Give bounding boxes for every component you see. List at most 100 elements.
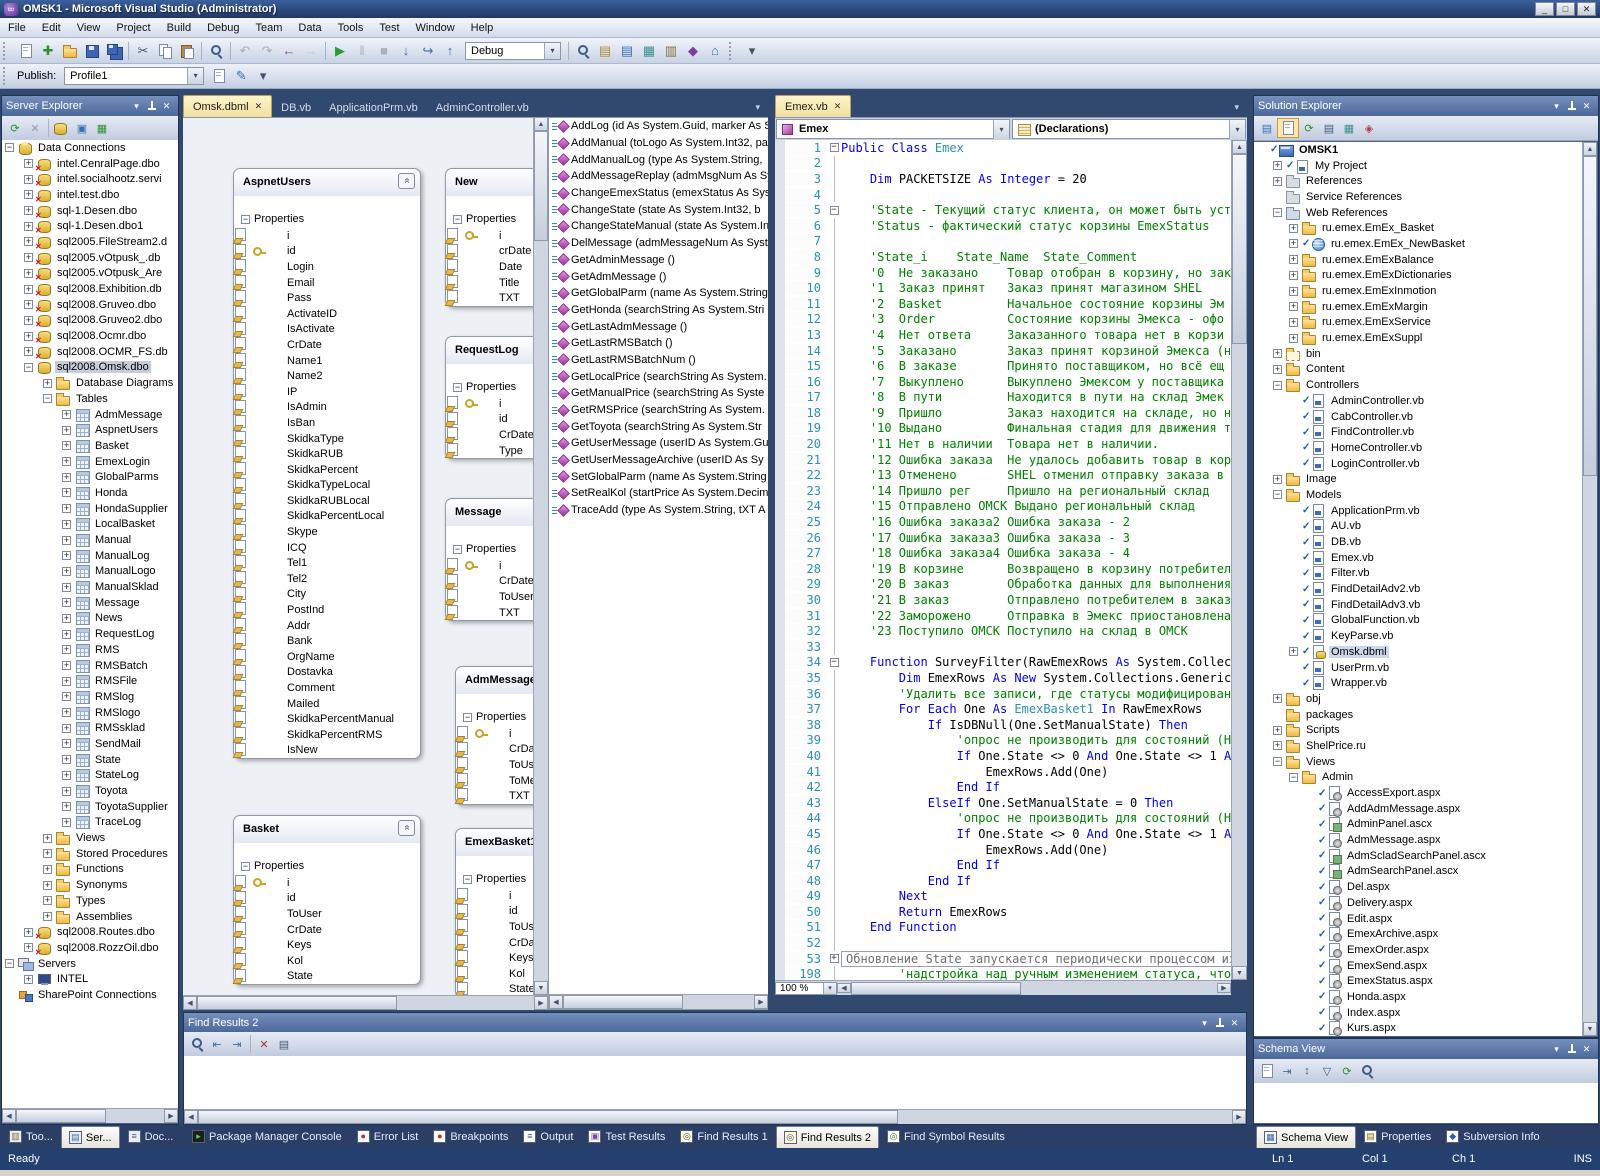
code-line[interactable]: 50 Return EmexRows [775, 904, 1231, 920]
tree-item[interactable]: ✓ Wrapper.vb [1254, 675, 1582, 691]
code-line[interactable]: 6 'Status - фактический статус корзины E… [775, 217, 1231, 234]
copy-icon[interactable] [154, 41, 176, 61]
expander-icon[interactable]: + [1289, 317, 1298, 327]
code-line[interactable]: 10 '1 Заказ принят Заказ принят магазино… [775, 280, 1231, 296]
tree-item[interactable]: + AdmMessage [2, 407, 178, 423]
expander-icon[interactable]: + [24, 315, 33, 325]
scrollbar-thumb[interactable] [563, 995, 683, 1009]
scrollbar-thumb[interactable] [1232, 154, 1247, 344]
expander-icon[interactable]: + [24, 174, 33, 184]
method-item[interactable]: ChangeState (state As System.Int32, b [549, 201, 768, 218]
tree-item[interactable]: + EmexLogin [2, 454, 178, 470]
method-item[interactable]: GetLastRMSBatch () [549, 335, 768, 352]
expander-icon[interactable]: + [1273, 694, 1282, 704]
document-tab[interactable]: Emex.vb ✕ [775, 95, 852, 117]
entity-new[interactable]: New − Properties i crDate Date Title TXT [445, 168, 533, 307]
navigate-icon[interactable]: ⇥ [1277, 1062, 1297, 1080]
expander-icon[interactable]: − [453, 544, 462, 554]
start-page-icon[interactable]: ⌂ [704, 41, 726, 61]
entity-field[interactable]: id [456, 904, 533, 920]
tree-item[interactable]: − Web References [1254, 205, 1582, 221]
entity-field[interactable]: Email [234, 275, 420, 291]
method-item[interactable]: GetLastAdmMessage () [549, 318, 768, 335]
entity-field[interactable]: SkidkaRUBLocal [234, 493, 420, 509]
expander-icon[interactable]: + [62, 598, 71, 608]
sync-icon[interactable]: ⟳ [1337, 1062, 1357, 1080]
canvas-vscrollbar[interactable]: ▲ ▼ [533, 117, 548, 995]
entity-header[interactable]: AdmMessage [456, 667, 533, 694]
tool-window-tab-subversion-info[interactable]: ◆ Subversion Info [1439, 1126, 1546, 1147]
entity-header[interactable]: Message [446, 499, 533, 526]
entity-properties-row[interactable]: − Properties [446, 378, 533, 396]
tree-item[interactable]: ✓ AccessExport.aspx [1254, 785, 1582, 802]
tree-item[interactable]: + Database Diagrams [2, 375, 178, 391]
minimize-button[interactable]: _ [1535, 2, 1554, 16]
tree-item[interactable]: + Image [1254, 471, 1582, 487]
code-line[interactable]: 9 '0 Не заказано Товар отобран в корзину… [775, 264, 1231, 281]
entity-field[interactable]: Name1 [234, 353, 420, 369]
expander-icon[interactable]: + [43, 833, 52, 843]
tool-window-tab-find-results-1[interactable]: ◎ Find Results 1 [673, 1126, 774, 1147]
stop-debugging-icon[interactable]: ■ [373, 41, 395, 61]
dbml-designer-canvas[interactable]: AspnetUsers «− Properties i id Login Email Pass… [183, 117, 533, 996]
menu-team[interactable]: Team [248, 20, 291, 36]
tree-item[interactable]: + RequestLog [2, 626, 178, 642]
collapse-chevron-icon[interactable]: « [398, 820, 415, 836]
entity-field[interactable]: PostInd [234, 602, 420, 618]
entity-field[interactable]: IsBan [234, 415, 420, 431]
tree-item[interactable]: + ru.emex.EmExBalance [1254, 252, 1582, 268]
entity-field[interactable]: Skype [234, 524, 420, 540]
tree-item[interactable]: + Stored Procedures [2, 846, 178, 862]
entity-header[interactable]: EmexBasket1 [456, 829, 533, 856]
tree-item[interactable]: + Message [2, 595, 178, 611]
tree-item[interactable]: ✓ AdminPanel.ascx [1254, 817, 1582, 833]
tree-item[interactable]: ✓ AdminController.vb [1254, 393, 1582, 409]
tree-item[interactable]: ✓ GlobalFunction.vb [1254, 613, 1582, 629]
window-position-icon[interactable]: ▾ [1197, 1016, 1212, 1030]
method-item[interactable]: GetUserMessageArchive (userID As Sy [549, 452, 768, 469]
scrollbar-thumb[interactable] [197, 996, 397, 1010]
find-results-hscrollbar[interactable]: ◀ ▶ [184, 1109, 1246, 1124]
menu-project[interactable]: Project [108, 20, 158, 36]
auto-hide-pin-icon[interactable] [1564, 1042, 1579, 1056]
break-all-icon[interactable]: ‖ [351, 41, 373, 61]
tree-item[interactable]: ✓ Kurs.aspx [1254, 1021, 1582, 1036]
publish-overflow-icon[interactable]: ▾ [252, 66, 274, 86]
code-line[interactable]: 16 '7 Выкуплено Выкуплено Эмексом у пост… [775, 373, 1231, 390]
expander-icon[interactable]: + [24, 347, 33, 357]
code-line[interactable]: 38 If IsDBNull(One.SetManualState) Then [775, 716, 1231, 733]
tree-item[interactable]: + Scripts [1254, 722, 1582, 738]
tree-item[interactable]: + ru.emex.EmExSuppl [1254, 330, 1582, 346]
tree-item[interactable]: ✓ AddAdmMessage.aspx [1254, 801, 1582, 817]
tree-item[interactable]: + References [1254, 173, 1582, 189]
code-line[interactable]: 23 '14 Пришло рег Пришло на региональный… [775, 483, 1231, 499]
code-line[interactable]: 51 End Function [775, 919, 1231, 936]
expander-icon[interactable]: + [62, 692, 71, 702]
tree-item[interactable]: + sql-1.Desen.dbo1 [2, 218, 178, 235]
tree-item[interactable]: Service References [1254, 189, 1582, 205]
tree-item[interactable]: + sql2008.Exhibition.db [2, 281, 178, 298]
entity-field[interactable]: IsAdmin [234, 400, 420, 416]
find-icon[interactable] [1357, 1062, 1377, 1080]
expander-icon[interactable]: + [1273, 474, 1282, 484]
code-line[interactable]: 20 '11 Нет в наличии Товара нет в наличи… [775, 436, 1231, 452]
tree-item[interactable]: + RMSlog [2, 689, 178, 705]
step-into-icon[interactable]: ↓ [395, 41, 417, 61]
filter-icon[interactable]: ▽ [1317, 1062, 1337, 1080]
expander-icon[interactable]: + [43, 864, 52, 874]
expander-icon[interactable]: + [62, 457, 71, 467]
scrollbar-thumb[interactable] [1583, 156, 1597, 476]
chevron-down-icon[interactable]: ▾ [1229, 119, 1245, 139]
tree-item[interactable]: ✓ EmexOrder.aspx [1254, 942, 1582, 958]
expander-icon[interactable]: − [1273, 208, 1282, 218]
tool-window-tab-error-list[interactable]: ● Error List [350, 1126, 426, 1147]
entity-field[interactable]: i [456, 888, 533, 904]
code-editor-text-area[interactable]: 1− Public Class Emex 2 3 Dim PACKETSIZE As … [775, 140, 1231, 980]
tree-item[interactable]: + sql2005.FileStream2.d [2, 234, 178, 251]
tree-item[interactable]: ✓ Index.aspx [1254, 1005, 1582, 1021]
entity-field[interactable]: SkidkaTypeLocal [234, 478, 420, 494]
code-line[interactable]: 49 Next [775, 888, 1231, 905]
code-line[interactable]: 1− Public Class Emex [775, 140, 1231, 156]
entity-field[interactable]: Login [234, 259, 420, 275]
expander-icon[interactable]: + [62, 676, 71, 686]
